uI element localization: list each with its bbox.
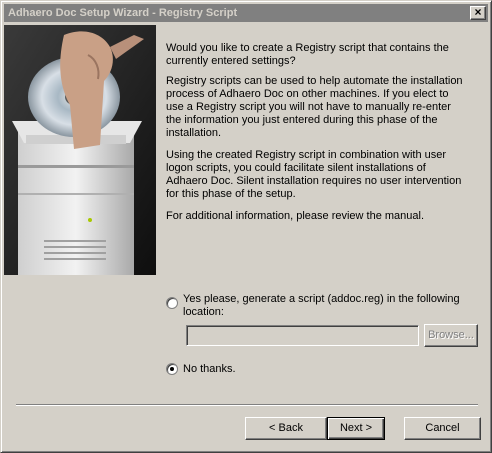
close-button[interactable]: × [470, 6, 486, 20]
close-icon: × [474, 5, 482, 19]
back-button[interactable]: < Back [245, 417, 327, 440]
title-bar[interactable]: Adhaero Doc Setup Wizard - Registry Scri… [4, 4, 488, 22]
next-button[interactable]: Next > [327, 417, 385, 440]
no-thanks-label[interactable]: No thanks. [183, 363, 383, 376]
wizard-side-image [4, 25, 156, 275]
setup-wizard-window: Adhaero Doc Setup Wizard - Registry Scri… [0, 0, 492, 453]
yes-generate-script-radio[interactable] [166, 297, 178, 309]
intro-question-text: Would you like to create a Registry scri… [166, 42, 449, 67]
window-title: Adhaero Doc Setup Wizard - Registry Scri… [8, 7, 238, 19]
no-thanks-radio[interactable] [166, 363, 178, 375]
silent-install-description: Using the created Registry script in com… [166, 149, 462, 200]
script-location-input[interactable] [186, 325, 419, 346]
radio-selected-dot [170, 367, 174, 371]
cancel-button[interactable]: Cancel [404, 417, 481, 440]
browse-button[interactable]: Browse... [424, 324, 478, 347]
yes-generate-script-label[interactable]: Yes please, generate a script (addoc.reg… [183, 293, 473, 319]
button-separator [16, 404, 478, 406]
registry-scripts-description: Registry scripts can be used to help aut… [166, 75, 463, 139]
manual-reference-text: For additional information, please revie… [166, 210, 425, 222]
pc-cd-drive-illustration [4, 25, 156, 275]
